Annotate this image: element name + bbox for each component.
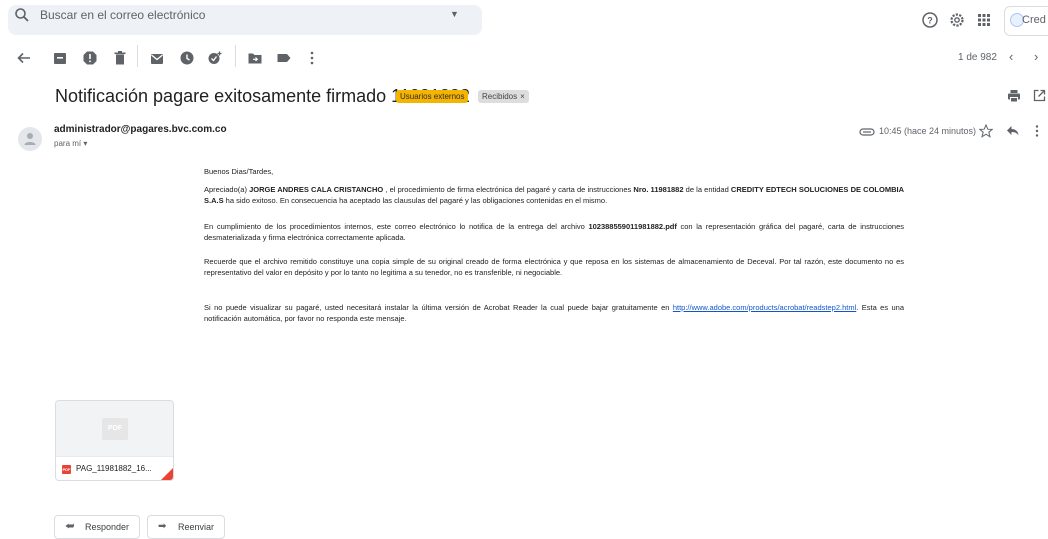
label-external-users[interactable]: Usuarios externos bbox=[396, 90, 469, 103]
pdf-corner-icon bbox=[161, 468, 173, 480]
svg-text:?: ? bbox=[927, 16, 933, 26]
search-options-icon[interactable]: ▼ bbox=[450, 9, 459, 19]
report-spam-icon[interactable] bbox=[82, 50, 98, 66]
label-tag-icon[interactable] bbox=[276, 50, 292, 66]
body-paragraph-1: Apreciado(a) JORGE ANDRES CALA CRISTANCH… bbox=[204, 184, 904, 206]
body-greeting: Buenos Dias/Tardes, bbox=[204, 167, 274, 176]
add-task-icon[interactable] bbox=[207, 50, 223, 66]
next-page-icon[interactable]: › bbox=[1034, 49, 1038, 64]
reply-icon[interactable] bbox=[1006, 125, 1019, 136]
more-vertical-icon[interactable] bbox=[1032, 124, 1042, 138]
snooze-clock-icon[interactable] bbox=[179, 50, 195, 66]
search-input[interactable]: Buscar en el correo electrónico bbox=[40, 8, 205, 22]
email-time: 10:45 (hace 24 minutos) bbox=[879, 126, 977, 136]
forward-arrow-icon: ➡ bbox=[158, 521, 167, 532]
toolbar-divider bbox=[235, 45, 236, 67]
file-name: 102388559011981882.pdf bbox=[588, 222, 677, 231]
chevron-down-icon: ▾ bbox=[83, 139, 88, 148]
back-arrow-icon[interactable] bbox=[16, 50, 32, 66]
mark-unread-icon[interactable] bbox=[149, 50, 165, 66]
recipient-text: para mí bbox=[54, 139, 82, 148]
pdf-thumbnail-icon: PDF bbox=[102, 418, 128, 440]
star-icon[interactable] bbox=[979, 124, 993, 138]
sender-address: administrador@pagares.bvc.com.co bbox=[54, 124, 227, 135]
p1-text: Apreciado(a) bbox=[204, 185, 250, 194]
pager-text: 1 de 982 bbox=[958, 52, 997, 63]
help-icon[interactable]: ? bbox=[921, 11, 939, 29]
label-inbox-text: Recibidos bbox=[482, 92, 518, 101]
forward-button[interactable]: ➡ Reenviar bbox=[147, 515, 225, 539]
person-icon bbox=[24, 133, 36, 145]
body-paragraph-4: Si no puede visualizar su pagaré, usted … bbox=[204, 302, 904, 324]
body-paragraph-2: En cumplimiento de los procedimientos in… bbox=[204, 221, 904, 243]
print-icon[interactable] bbox=[1007, 89, 1021, 103]
acrobat-download-link[interactable]: http://www.adobe.com/products/acrobat/re… bbox=[673, 303, 856, 312]
search-icon[interactable] bbox=[14, 7, 30, 23]
more-options-icon[interactable] bbox=[304, 50, 320, 66]
reply-button[interactable]: ⮨ Responder bbox=[54, 515, 140, 539]
forward-button-label: Reenviar bbox=[178, 522, 215, 532]
p1-text: , el procedimiento de firma electrónica … bbox=[383, 185, 634, 194]
label-inbox[interactable]: Recibidos × bbox=[478, 90, 529, 103]
reply-arrow-icon: ⮨ bbox=[65, 521, 75, 532]
avatar bbox=[18, 127, 42, 151]
attachment-indicator-icon bbox=[859, 128, 875, 136]
move-to-folder-icon[interactable] bbox=[247, 50, 263, 66]
p2-text: En cumplimiento de los procedimientos in… bbox=[204, 222, 589, 231]
apps-grid-icon[interactable] bbox=[976, 12, 992, 28]
reply-button-label: Responder bbox=[85, 522, 130, 532]
p1-text: de la entidad bbox=[683, 185, 731, 194]
label-external-text: Usuarios externos bbox=[400, 92, 465, 101]
open-new-window-icon[interactable] bbox=[1033, 89, 1046, 102]
delete-trash-icon[interactable] bbox=[112, 50, 128, 66]
settings-gear-icon[interactable] bbox=[948, 11, 966, 29]
attachment-card[interactable]: PDF PDF PAG_11981882_16... bbox=[55, 400, 174, 481]
attachment-footer: PDF PAG_11981882_16... bbox=[56, 456, 173, 480]
recipient-toggle[interactable]: para mí ▾ bbox=[54, 139, 87, 148]
body-paragraph-3: Recuerde que el archivo remitido constit… bbox=[204, 257, 904, 277]
p1-text: ha sido exitoso. En consecuencia ha acep… bbox=[223, 196, 608, 205]
toolbar-divider bbox=[137, 45, 138, 67]
promissory-number: Nro. 11981882 bbox=[633, 185, 684, 194]
remove-label-icon[interactable]: × bbox=[520, 92, 525, 101]
prev-page-icon[interactable]: ‹ bbox=[1009, 49, 1013, 64]
p4-text: Si no puede visualizar su pagaré, usted … bbox=[204, 303, 673, 312]
account-label: Cred bbox=[1022, 14, 1046, 26]
pdf-file-icon: PDF bbox=[62, 465, 71, 474]
client-name: JORGE ANDRES CALA CRISTANCHO bbox=[249, 185, 384, 194]
archive-icon[interactable] bbox=[52, 50, 68, 66]
attachment-name: PAG_11981882_16... bbox=[76, 464, 152, 473]
